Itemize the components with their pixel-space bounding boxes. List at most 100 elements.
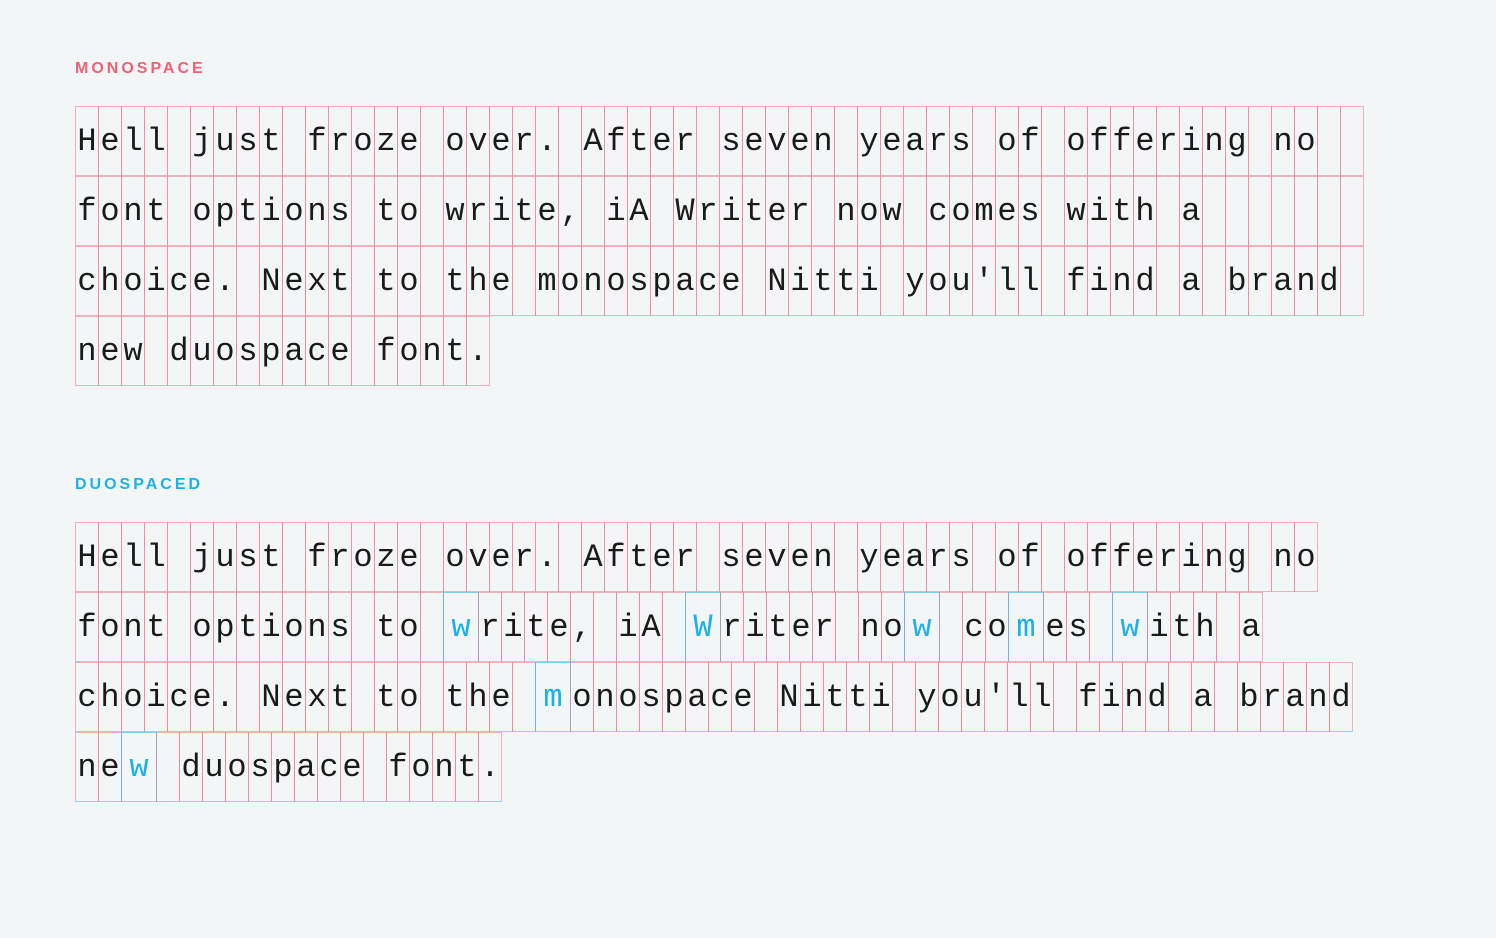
char-cell: i [489,176,513,246]
char-cell: A [639,592,663,662]
char-cell: e [340,732,364,802]
char-cell: u [190,316,214,386]
char-cell: o [397,662,421,732]
char-cell [581,176,605,246]
char-cell [1340,246,1364,316]
char-cell: m [535,246,559,316]
char-cell: c [75,246,99,316]
duospace-line: Hell just froze over. After seven years … [75,522,1421,592]
monospace-section: MONOSPACE Hell just froze over. After se… [75,60,1421,386]
char-cell: t [811,246,835,316]
char-cell: v [765,522,789,592]
char-cell: t [236,176,260,246]
char-cell: e [742,522,766,592]
char-cell: o [225,732,249,802]
duospace-wide-cell: w [443,592,479,662]
char-cell [236,246,260,316]
char-cell [1216,592,1240,662]
char-cell: i [259,176,283,246]
char-cell [351,662,375,732]
char-cell: t [443,316,467,386]
char-cell: l [144,106,168,176]
duospace-line: choice. Next to the monospace Nitti you'… [75,662,1421,732]
char-cell [512,662,536,732]
char-cell [972,522,996,592]
char-cell [1041,106,1065,176]
char-cell: n [121,176,145,246]
char-cell: r [926,106,950,176]
char-cell: f [1087,106,1111,176]
char-cell: d [1329,662,1353,732]
char-cell: ' [972,246,996,316]
char-cell: , [570,592,594,662]
char-cell: v [466,106,490,176]
char-cell [420,176,444,246]
char-cell: e [650,522,674,592]
char-cell: o [1064,522,1088,592]
char-cell: l [121,522,145,592]
char-cell: i [719,176,743,246]
duospace-line: font options to write, iA Writer now com… [75,592,1421,662]
char-cell: n [420,316,444,386]
char-cell: p [650,246,674,316]
char-cell: v [765,106,789,176]
char-cell: s [639,662,663,732]
char-cell: t [766,592,790,662]
char-cell: s [627,246,651,316]
char-cell: a [903,106,927,176]
char-cell: n [1122,662,1146,732]
char-cell [1089,592,1113,662]
char-cell: s [328,176,352,246]
duospace-wide-cell: W [685,592,721,662]
char-cell: e [328,316,352,386]
char-cell: o [121,662,145,732]
char-cell: t [144,176,168,246]
char-cell: A [581,106,605,176]
char-cell [167,592,191,662]
char-cell: t [443,246,467,316]
char-cell [1156,246,1180,316]
char-cell: p [213,592,237,662]
char-cell: o [121,246,145,316]
duospaced-label: DUOSPACED [75,476,1421,494]
char-cell [880,246,904,316]
char-cell: s [328,592,352,662]
char-cell: o [985,592,1009,662]
char-cell: f [604,522,628,592]
char-cell: e [282,662,306,732]
char-cell: r [696,176,720,246]
char-cell: n [432,732,456,802]
char-cell: f [1076,662,1100,732]
char-cell [1317,176,1341,246]
char-cell: v [466,522,490,592]
char-cell: r [788,176,812,246]
char-cell: o [282,592,306,662]
typography-comparison: MONOSPACE Hell just froze over. After se… [0,0,1496,938]
char-cell [1225,176,1249,246]
char-cell: p [271,732,295,802]
duospace-wide-cell: w [121,732,157,802]
char-cell: e [98,106,122,176]
char-cell: s [719,106,743,176]
char-cell [558,522,582,592]
char-cell: n [121,592,145,662]
char-cell: e [995,176,1019,246]
char-cell: w [443,176,467,246]
char-cell: n [811,106,835,176]
char-cell: c [708,662,732,732]
char-cell [363,732,387,802]
char-cell: o [604,246,628,316]
char-cell [167,106,191,176]
char-cell: f [1110,106,1134,176]
char-cell: c [167,662,191,732]
char-cell: a [1283,662,1307,732]
char-cell: i [1087,176,1111,246]
char-cell: i [144,662,168,732]
char-cell [351,316,375,386]
char-cell [1248,176,1272,246]
char-cell: r [1156,106,1180,176]
char-cell: t [834,246,858,316]
char-cell: s [949,522,973,592]
char-cell: e [719,246,743,316]
duospace-line: new duospace font. [75,732,1421,802]
